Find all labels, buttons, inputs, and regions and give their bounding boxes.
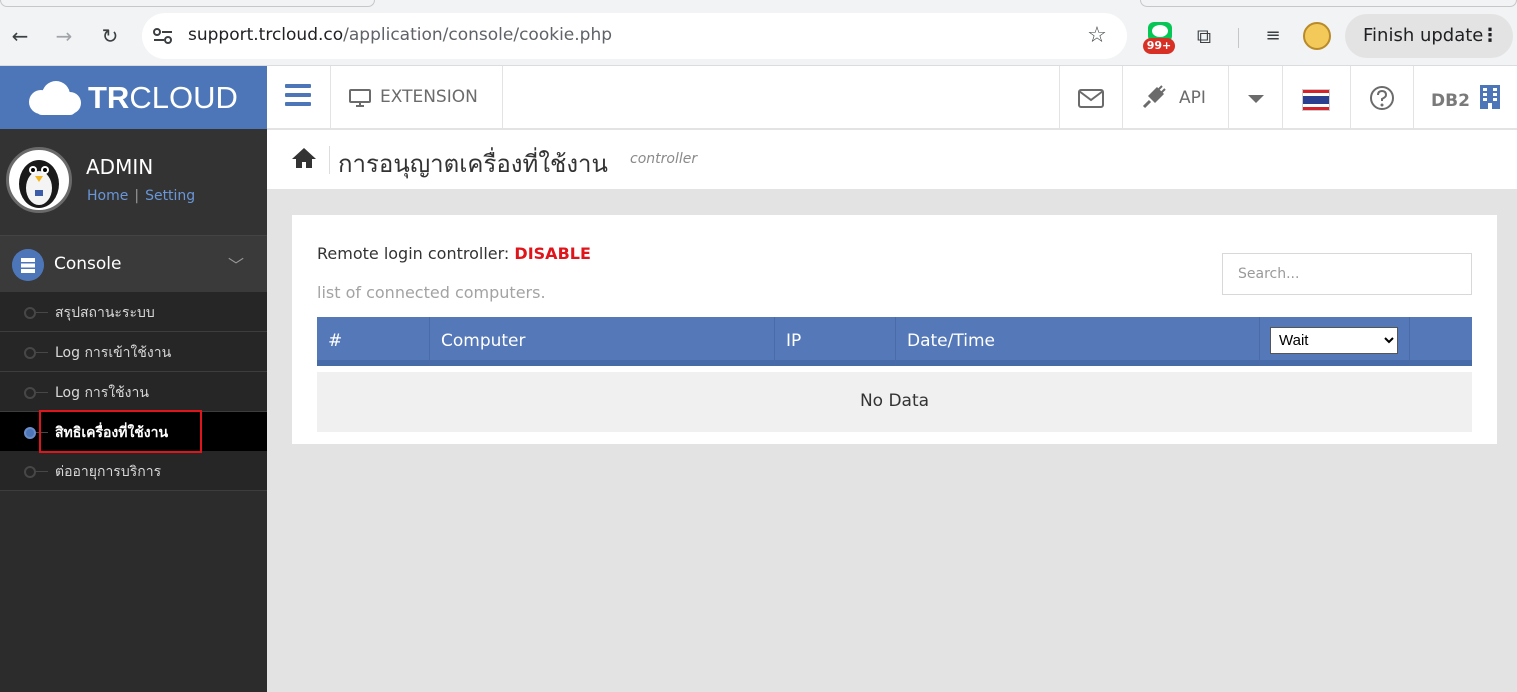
divider (1350, 66, 1351, 129)
app-top-bar: EXTENSION API DB2 (267, 66, 1517, 129)
extensions-puzzle-icon[interactable]: ⧉ (1190, 22, 1218, 50)
status-filter-select[interactable]: Wait (1270, 327, 1398, 354)
reload-icon[interactable]: ↻ (96, 22, 124, 50)
browser-tab-edge[interactable] (0, 0, 375, 7)
browser-tab-edge[interactable] (1140, 0, 1517, 7)
logo-text: TRCLOUD (88, 80, 238, 116)
column-header-ip[interactable]: IP (775, 317, 896, 366)
plug-icon[interactable] (1141, 84, 1167, 112)
sidebar-item-label: Log การใช้งาน (55, 385, 149, 401)
app-logo[interactable]: TRCLOUD (0, 66, 267, 129)
console-label: Console (54, 254, 122, 274)
tree-connector (36, 312, 48, 313)
divider (1282, 66, 1283, 129)
highlight-box (39, 410, 202, 453)
divider (330, 66, 331, 129)
content-panel: Remote login controller: DISABLE list of… (292, 215, 1497, 444)
building-icon[interactable] (1479, 84, 1501, 110)
logo-text-bold: TR (88, 80, 130, 115)
chevron-down-icon: ﹀ (228, 256, 245, 275)
column-header-datetime[interactable]: Date/Time (896, 317, 1260, 366)
divider (1413, 66, 1414, 129)
link-separator: | (134, 188, 140, 204)
forward-icon[interactable]: → (50, 22, 78, 50)
extension-label: EXTENSION (380, 87, 478, 107)
help-icon[interactable] (1369, 84, 1395, 112)
server-icon (12, 249, 44, 281)
page-subtitle: controller (630, 151, 698, 167)
tree-connector (36, 392, 48, 393)
column-header-status: Wait (1260, 317, 1410, 366)
media-control-icon[interactable]: ≡ (1260, 22, 1286, 50)
sidebar-item-usage-log[interactable]: Log การใช้งาน (0, 372, 267, 412)
bullet-icon (24, 466, 36, 478)
bullet-icon (24, 307, 36, 319)
page-header: การอนุญาตเครื่องที่ใช้งาน controller (267, 130, 1517, 189)
empty-state-text: No Data (859, 391, 930, 411)
mail-icon[interactable] (1078, 84, 1104, 112)
sidebar-item-label: ต่ออายุการบริการ (55, 464, 162, 480)
user-panel: ADMIN Home | Setting (0, 129, 267, 235)
sidebar-item-label: Log การเข้าใช้งาน (55, 345, 172, 361)
finish-update-button[interactable]: Finish update ⋮ (1345, 14, 1513, 58)
site-settings-icon[interactable] (152, 27, 174, 45)
extension-badge: 99+ (1143, 38, 1175, 54)
sidebar-item-system-status[interactable]: สรุปสถานะระบบ (0, 292, 267, 332)
cloud-logo-icon (29, 81, 81, 115)
finish-update-label: Finish update (1363, 25, 1484, 46)
url-path: /application/console/cookie.php (343, 25, 613, 45)
user-name: ADMIN (86, 155, 154, 179)
divider (1228, 66, 1229, 129)
remote-login-label: Remote login controller: (317, 244, 510, 263)
tree-connector (36, 471, 48, 472)
sidebar-item-service-renewal[interactable]: ต่ออายุการบริการ (0, 451, 267, 491)
hamburger-menu-icon[interactable] (285, 84, 311, 106)
back-icon[interactable]: ← (6, 22, 34, 50)
column-header-number[interactable]: # (317, 317, 430, 366)
bullet-icon (24, 427, 36, 439)
divider (329, 146, 330, 174)
monitor-icon (349, 89, 371, 107)
status-badge[interactable]: DISABLE (514, 244, 590, 263)
divider (1122, 66, 1123, 129)
sidebar-item-login-log[interactable]: Log การเข้าใช้งาน (0, 332, 267, 372)
bookmark-star-icon[interactable]: ☆ (1084, 22, 1110, 50)
divider (1059, 66, 1060, 129)
search-input[interactable] (1222, 253, 1472, 295)
profile-avatar-icon[interactable] (1303, 22, 1331, 50)
table-header: # Computer IP Date/Time Wait (317, 317, 1472, 366)
sidebar-item-label: สรุปสถานะระบบ (55, 305, 155, 321)
table-body: No Data (317, 372, 1472, 432)
remote-login-status: Remote login controller: DISABLE (317, 244, 591, 263)
url-text[interactable]: support.trcloud.co/application/console/c… (188, 25, 612, 45)
browser-toolbar: ← → ↻ support.trcloud.co/application/con… (0, 0, 1517, 66)
thai-flag-icon[interactable] (1302, 89, 1330, 111)
url-host: support.trcloud.co (188, 25, 344, 45)
console-section-toggle[interactable]: Console ﹀ (0, 235, 267, 292)
avatar[interactable] (6, 147, 72, 213)
logo-text-rest: CLOUD (129, 80, 238, 115)
database-label[interactable]: DB2 (1431, 91, 1470, 111)
api-label[interactable]: API (1179, 88, 1206, 108)
penguin-avatar-icon (19, 160, 59, 208)
toolbar-divider (1238, 28, 1239, 48)
divider (502, 66, 503, 129)
caret-down-icon[interactable] (1246, 84, 1266, 112)
setting-link[interactable]: Setting (145, 188, 195, 204)
column-header-actions (1410, 317, 1472, 366)
home-link[interactable]: Home (87, 188, 128, 204)
column-header-computer[interactable]: Computer (430, 317, 775, 366)
page-title: การอนุญาตเครื่องที่ใช้งาน (338, 150, 608, 178)
list-caption: list of connected computers. (317, 283, 546, 302)
more-menu-icon[interactable]: ⋮ (1481, 14, 1499, 58)
bullet-icon (24, 387, 36, 399)
bullet-icon (24, 347, 36, 359)
user-links: Home | Setting (87, 188, 195, 204)
home-icon[interactable] (291, 146, 317, 170)
tree-connector (36, 352, 48, 353)
